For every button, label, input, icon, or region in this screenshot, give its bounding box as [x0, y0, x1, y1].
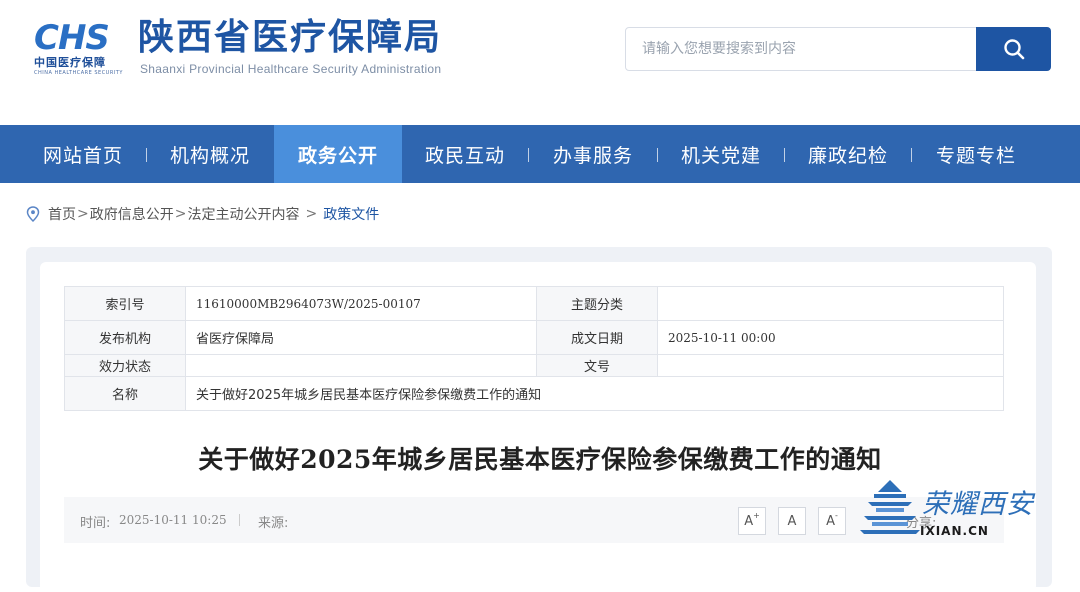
logo-cn-text: 中国医疗保障	[34, 56, 106, 69]
search-icon	[1003, 39, 1024, 60]
breadcrumb-gov-info[interactable]: 政府信息公开	[90, 204, 174, 224]
font-reset-glyph: A	[787, 513, 797, 529]
nav-item-party[interactable]: 机关党建	[658, 125, 784, 183]
breadcrumb-separator: >	[305, 206, 318, 222]
location-pin-icon	[26, 206, 40, 222]
info-divider	[239, 514, 240, 526]
font-size-decrease-button[interactable]: A-	[818, 507, 846, 535]
watermark-url: IXIAN.CN	[920, 524, 989, 538]
publish-time-label: 时间:	[80, 516, 111, 531]
breadcrumb-current[interactable]: 政策文件	[323, 204, 379, 224]
logo-chs-text: CHS	[34, 18, 110, 58]
site-subtitle: Shaanxi Provincial Healthcare Security A…	[140, 62, 442, 76]
meta-docno-value	[657, 354, 1004, 377]
main-nav: 网站首页 机构概况 政务公开 政民互动 办事服务 机关党建 廉政纪检 专题专栏	[0, 125, 1080, 183]
watermark-building-icon	[860, 480, 920, 534]
font-decrease-glyph: A	[826, 513, 835, 529]
watermark-text: 荣耀西安	[922, 489, 1034, 520]
nav-item-discipline[interactable]: 廉政纪检	[785, 125, 911, 183]
breadcrumb-separator: >	[77, 206, 89, 222]
nav-item-interaction[interactable]: 政民互动	[402, 125, 528, 183]
meta-name-value: 关于做好2025年城乡居民基本医疗保险参保缴费工作的通知	[185, 376, 1004, 411]
font-size-reset-button[interactable]: A	[778, 507, 806, 535]
search-input[interactable]	[640, 28, 964, 70]
search-button[interactable]	[976, 27, 1051, 71]
nav-item-home[interactable]: 网站首页	[20, 125, 146, 183]
document-meta-table: 索引号 11610000MB2964073W/2025-00107 主题分类 发…	[64, 286, 1004, 411]
document-title: 关于做好2025年城乡居民基本医疗保险参保缴费工作的通知	[198, 445, 882, 474]
font-size-increase-button[interactable]: A +	[738, 507, 766, 535]
nav-item-topics[interactable]: 专题专栏	[912, 125, 1040, 183]
breadcrumb-separator: >	[174, 206, 187, 222]
meta-publisher-label: 发布机构	[64, 320, 186, 355]
breadcrumb: 首页 > 政府信息公开 > 法定主动公开内容 > 政策文件	[26, 203, 379, 225]
meta-docno-label: 文号	[536, 354, 658, 377]
nav-item-about[interactable]: 机构概况	[147, 125, 273, 183]
minus-icon: -	[835, 510, 838, 520]
site-header: CHS 中国医疗保障 CHINA HEALTHCARE SECURITY 陕西省…	[0, 0, 1080, 125]
plus-icon: +	[753, 510, 760, 520]
meta-date-value: 2025-10-11 00:00	[657, 320, 1004, 355]
meta-topic-value	[657, 286, 1004, 321]
meta-status-value	[185, 354, 537, 377]
meta-index-label: 索引号	[64, 286, 186, 321]
search-box	[625, 27, 977, 71]
site-logo[interactable]: CHS 中国医疗保障 CHINA HEALTHCARE SECURITY	[34, 20, 126, 80]
publish-time-value: 2025-10-11 10:25	[119, 513, 227, 527]
nav-item-gov-affairs[interactable]: 政务公开	[274, 125, 402, 183]
meta-date-label: 成文日期	[536, 320, 658, 355]
meta-status-label: 效力状态	[64, 354, 186, 377]
source-label: 来源:	[258, 516, 289, 531]
meta-publisher-value: 省医疗保障局	[185, 320, 537, 355]
meta-index-value: 11610000MB2964073W/2025-00107	[185, 286, 537, 321]
breadcrumb-home[interactable]: 首页	[48, 204, 76, 224]
site-title: 陕西省医疗保障局	[138, 17, 443, 58]
meta-topic-label: 主题分类	[536, 286, 658, 321]
font-increase-glyph: A	[744, 513, 754, 529]
meta-name-label: 名称	[64, 376, 186, 411]
logo-en-text: CHINA HEALTHCARE SECURITY	[34, 70, 123, 76]
nav-item-services[interactable]: 办事服务	[529, 125, 657, 183]
breadcrumb-public-content[interactable]: 法定主动公开内容	[187, 204, 299, 224]
